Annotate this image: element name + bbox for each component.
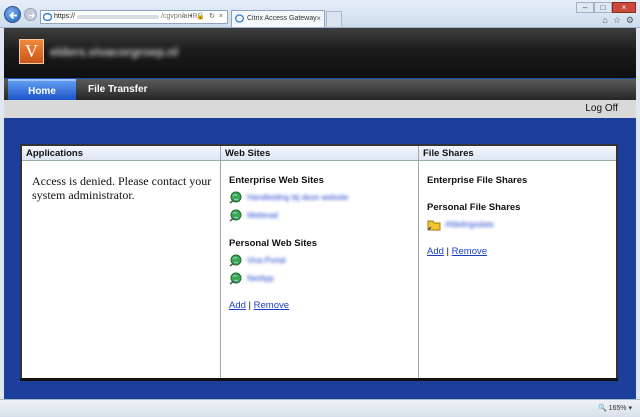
arrow-right-icon bbox=[29, 13, 35, 18]
log-off-link[interactable]: Log Off bbox=[585, 103, 618, 114]
add-file-share-link[interactable]: Add bbox=[427, 246, 444, 257]
site-title: elders.vivacorgroep.nl bbox=[50, 45, 179, 59]
file-shares-column: File Shares Enterprise File Shares Perso… bbox=[419, 146, 616, 378]
web-site-link[interactable]: Viva Portal bbox=[247, 256, 286, 265]
url-host-redacted bbox=[77, 15, 159, 19]
site-logo: V bbox=[19, 39, 44, 64]
web-sites-header: Web Sites bbox=[221, 146, 418, 161]
add-web-site-link[interactable]: Add bbox=[229, 300, 246, 311]
favorites-icon[interactable]: ☆ bbox=[613, 15, 621, 26]
personal-web-sites-title: Personal Web Sites bbox=[229, 238, 317, 249]
web-site-item[interactable]: NetApp bbox=[229, 270, 418, 288]
globe-icon bbox=[229, 191, 242, 204]
tab-title: Citrix Access Gateway bbox=[247, 15, 317, 22]
ie-icon bbox=[43, 13, 52, 21]
web-site-link[interactable]: Webmail bbox=[247, 211, 278, 220]
tab-home[interactable]: Home bbox=[8, 79, 76, 100]
web-sites-actions: Add | Remove bbox=[229, 300, 418, 311]
back-button[interactable] bbox=[4, 6, 21, 23]
globe-icon bbox=[229, 254, 242, 267]
web-site-item[interactable]: Viva Portal bbox=[229, 252, 418, 270]
panel-shadow bbox=[20, 378, 618, 381]
web-sites-column: Web Sites Enterprise Web Sites Handleidi… bbox=[221, 146, 419, 378]
forward-button[interactable] bbox=[24, 8, 37, 21]
maximize-button[interactable]: □ bbox=[594, 2, 612, 13]
gear-icon[interactable]: ⚙ bbox=[626, 15, 634, 26]
close-button[interactable]: × bbox=[612, 2, 636, 13]
file-share-link[interactable]: Afdelingsdata bbox=[445, 220, 493, 229]
main-menu: Home File Transfer bbox=[4, 78, 636, 100]
file-share-item[interactable]: Afdelingsdata bbox=[427, 216, 616, 234]
applications-column: Applications Access is denied. Please co… bbox=[22, 146, 221, 378]
access-denied-message: Access is denied. Please contact your sy… bbox=[32, 174, 212, 202]
site-banner: V elders.vivacorgroep.nl bbox=[4, 28, 636, 78]
page-content: V elders.vivacorgroep.nl Home File Trans… bbox=[4, 28, 636, 399]
resources-panel: Applications Access is denied. Please co… bbox=[20, 144, 618, 380]
web-site-link[interactable]: NetApp bbox=[247, 274, 274, 283]
tab-citrix-access-gateway[interactable]: Citrix Access Gateway × bbox=[231, 10, 325, 27]
minimize-button[interactable]: – bbox=[576, 2, 594, 13]
address-bar[interactable]: https:// /cgvpn/aHR0cDov ⌕ ▾ 🔒 ↻ × bbox=[40, 10, 228, 24]
web-site-item[interactable]: Handleiding bij deze website bbox=[229, 189, 418, 207]
globe-icon bbox=[229, 209, 242, 222]
separator: | bbox=[446, 246, 450, 257]
browser-tools: ⌂ ☆ ⚙ bbox=[602, 15, 634, 26]
zoom-level[interactable]: 🔍 165% ▾ bbox=[598, 404, 632, 412]
ie-icon bbox=[235, 14, 244, 23]
folder-icon bbox=[427, 220, 441, 231]
tab-file-transfer[interactable]: File Transfer bbox=[82, 79, 153, 100]
applications-header: Applications bbox=[22, 146, 220, 161]
web-site-link[interactable]: Handleiding bij deze website bbox=[247, 193, 348, 202]
separator: | bbox=[248, 300, 252, 311]
remove-file-share-link[interactable]: Remove bbox=[452, 246, 487, 257]
globe-icon bbox=[229, 272, 242, 285]
remove-web-site-link[interactable]: Remove bbox=[254, 300, 289, 311]
file-shares-header: File Shares bbox=[419, 146, 616, 161]
browser-toolbar: https:// /cgvpn/aHR0cDov ⌕ ▾ 🔒 ↻ × Citri… bbox=[0, 0, 640, 28]
enterprise-file-shares-title: Enterprise File Shares bbox=[427, 175, 528, 186]
personal-file-shares-title: Personal File Shares bbox=[427, 202, 521, 213]
logoff-bar: Log Off bbox=[4, 100, 636, 118]
arrow-left-icon bbox=[9, 11, 17, 20]
tab-close-icon[interactable]: × bbox=[316, 11, 321, 26]
content-background: Applications Access is denied. Please co… bbox=[4, 118, 636, 399]
address-bar-buttons[interactable]: ⌕ ▾ 🔒 ↻ × bbox=[182, 11, 224, 23]
enterprise-web-sites-title: Enterprise Web Sites bbox=[229, 175, 324, 186]
file-shares-actions: Add | Remove bbox=[427, 246, 616, 257]
web-site-item[interactable]: Webmail bbox=[229, 207, 418, 225]
url-scheme: https:// bbox=[54, 13, 76, 20]
window-controls: – □ × bbox=[576, 2, 636, 13]
home-icon[interactable]: ⌂ bbox=[602, 15, 607, 26]
new-tab-button[interactable] bbox=[326, 11, 342, 26]
status-bar: 🔍 165% ▾ bbox=[0, 399, 640, 417]
